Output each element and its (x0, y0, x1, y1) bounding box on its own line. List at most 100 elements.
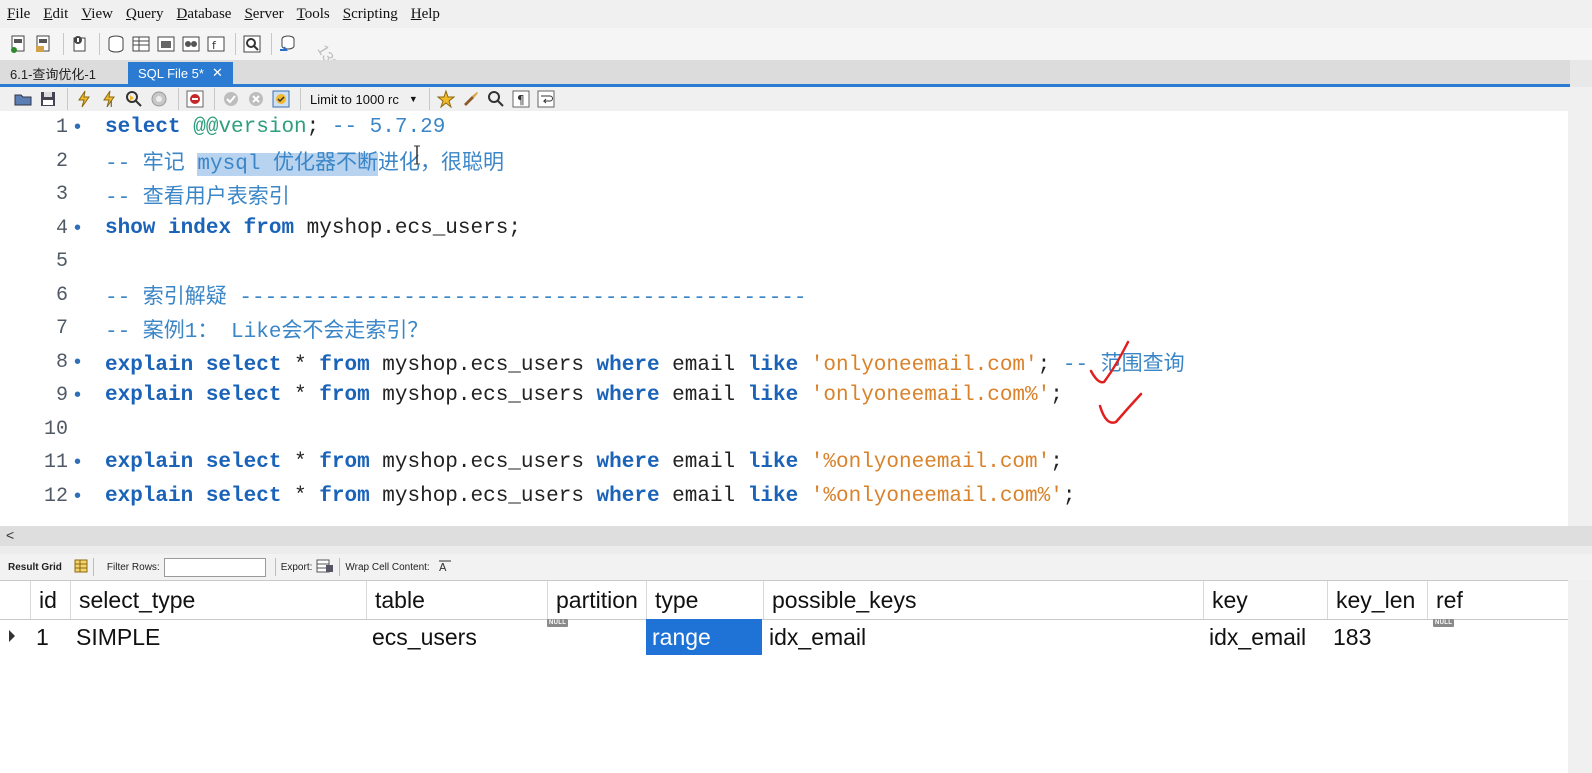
wrap-cell-icon[interactable]: A (438, 559, 452, 576)
word-wrap-icon[interactable] (535, 88, 557, 110)
grid-vertical-scrollbar[interactable] (1568, 580, 1592, 773)
cell-table[interactable]: ecs_users (366, 619, 547, 655)
add-snippet-icon[interactable] (435, 88, 457, 110)
code-line: 7 -- 案例1： Like会不会走索引？ (0, 312, 1568, 345)
editor-vertical-scrollbar[interactable] (1568, 111, 1592, 526)
create-view-icon[interactable] (155, 33, 177, 55)
code-text: -- 查看用户表索引 (105, 186, 290, 210)
code-text: -- 牢记 mysql 优化器不断进化，很聪明 (105, 153, 505, 176)
column-header-key[interactable]: key (1203, 581, 1327, 619)
line-number: 12 (43, 484, 68, 508)
menu-help[interactable]: Help (404, 6, 446, 23)
code-text: -- 案例1： Like会不会走索引？ (105, 320, 429, 344)
editor-horizontal-scrollbar[interactable]: < (0, 526, 1592, 546)
column-header-table[interactable]: table (366, 581, 547, 619)
statement-marker: • (74, 384, 82, 406)
cell-ref[interactable]: NULL (1427, 619, 1568, 655)
filter-rows-input[interactable] (163, 557, 266, 577)
code-line: 3 -- 查看用户表索引 (0, 178, 1568, 211)
create-schema-icon[interactable] (105, 33, 127, 55)
line-number: 10 (43, 417, 68, 441)
toolbar-separator (99, 33, 100, 55)
toolbar-separator (271, 33, 272, 55)
line-number: 7 (55, 317, 68, 340)
cell-key-len[interactable]: 183 (1327, 619, 1427, 655)
open-sql-script-icon[interactable] (33, 33, 55, 55)
line-number: 5 (55, 250, 68, 273)
column-header-key-len[interactable]: key_len (1327, 581, 1427, 619)
text-selection: mysql 优化器不断 (197, 153, 379, 176)
rollback-icon[interactable] (245, 88, 267, 110)
cell-select-type[interactable]: SIMPLE (70, 619, 366, 655)
execute-current-icon[interactable]: I (98, 88, 120, 110)
sql-editor[interactable]: 1 • select @@version; -- 5.7.29 2 -- 牢记 … (0, 111, 1568, 526)
statement-marker: • (74, 116, 82, 138)
beautify-icon[interactable] (460, 88, 482, 110)
column-header-ref[interactable]: ref (1427, 581, 1568, 619)
reconnect-icon[interactable] (277, 33, 299, 55)
new-sql-tab-icon[interactable] (8, 33, 30, 55)
line-number: 9 (55, 384, 68, 407)
menu-file[interactable]: File (0, 6, 36, 23)
panel-splitter[interactable] (0, 546, 1592, 554)
toolbar-separator (428, 88, 430, 110)
menu-view[interactable]: View (74, 6, 119, 23)
execute-icon[interactable] (73, 88, 95, 110)
export-label: Export: (280, 561, 313, 573)
menu-query[interactable]: Query (119, 6, 170, 23)
inspector-icon[interactable] (69, 33, 91, 55)
create-procedure-icon[interactable] (180, 33, 202, 55)
create-function-icon[interactable]: f (205, 33, 227, 55)
toggle-stop-on-error-icon[interactable] (184, 88, 206, 110)
menu-edit[interactable]: Edit (36, 6, 74, 23)
cell-possible-keys[interactable]: idx_email (763, 619, 1203, 655)
line-number: 2 (55, 149, 68, 173)
code-line: 11 • explain select * from myshop.ecs_us… (0, 446, 1568, 479)
cell-type[interactable]: range (646, 619, 762, 655)
create-table-icon[interactable] (130, 33, 152, 55)
find-icon[interactable] (485, 88, 507, 110)
close-icon[interactable]: ✕ (212, 65, 223, 81)
toolbar-separator (92, 558, 94, 576)
open-file-icon[interactable] (12, 88, 34, 110)
toolbar-separator (178, 88, 179, 110)
result-grid-label[interactable]: Result Grid (8, 562, 62, 573)
save-icon[interactable] (37, 88, 59, 110)
column-header-possible-keys[interactable]: possible_keys (763, 581, 1203, 619)
code-line: 12 • explain select * from myshop.ecs_us… (0, 480, 1568, 513)
cell-id[interactable]: 1 (30, 619, 70, 655)
stop-icon[interactable] (148, 88, 170, 110)
svg-text:¶: ¶ (517, 93, 525, 107)
cell-partition[interactable]: NULL (547, 619, 646, 655)
toolbar-separator (274, 558, 276, 576)
code-text: explain select * from myshop.ecs_users w… (105, 451, 1063, 474)
export-icon[interactable] (316, 558, 334, 577)
column-header-partition[interactable]: partition (547, 581, 646, 619)
tab-query-optimization[interactable]: 6.1-查询优化-1 (0, 62, 106, 84)
line-number: 8 (55, 350, 68, 374)
line-number: 11 (43, 451, 68, 474)
code-line: 4 • show index from myshop.ecs_users; (0, 212, 1568, 245)
limit-rows-select[interactable]: Limit to 1000 rc ▼ (310, 92, 418, 107)
column-header-id[interactable]: id (30, 581, 70, 619)
grid-view-icon[interactable] (74, 559, 88, 576)
code-text: show index from myshop.ecs_users; (105, 216, 521, 240)
commit-icon[interactable] (220, 88, 242, 110)
line-number: 6 (55, 283, 68, 307)
invisible-chars-icon[interactable]: ¶ (510, 88, 532, 110)
cell-key[interactable]: idx_email (1203, 619, 1327, 655)
menu-server[interactable]: Server (237, 6, 289, 23)
explain-icon[interactable] (123, 88, 145, 110)
menu-tools[interactable]: Tools (290, 6, 336, 23)
table-row[interactable]: 1 SIMPLE ecs_users NULL range idx_email … (0, 619, 1568, 655)
tab-sql-file-5[interactable]: SQL File 5* ✕ (127, 62, 233, 84)
column-header-select-type[interactable]: select_type (70, 581, 366, 619)
scroll-left-icon[interactable]: < (6, 527, 14, 543)
menu-database[interactable]: Database (169, 6, 237, 23)
autocommit-icon[interactable] (270, 88, 292, 110)
menu-scripting[interactable]: Scripting (336, 6, 404, 23)
search-table-data-icon[interactable] (241, 33, 263, 55)
column-header-type[interactable]: type (646, 581, 763, 619)
handwritten-checkmark-icon (1089, 340, 1143, 424)
statement-marker: • (74, 216, 82, 239)
